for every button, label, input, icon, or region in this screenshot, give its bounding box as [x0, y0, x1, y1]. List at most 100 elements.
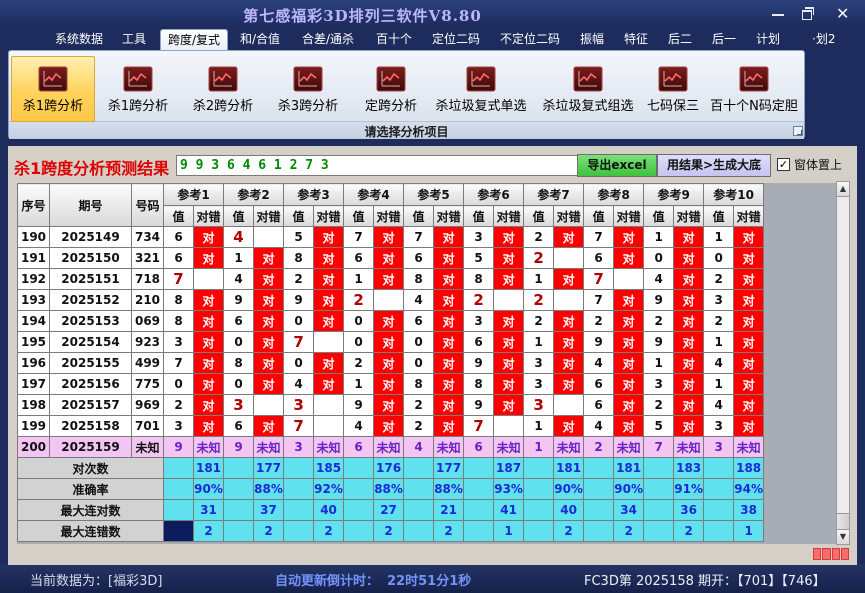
verdict-cell-miss[interactable]	[313, 394, 345, 416]
verdict-cell-hit[interactable]: 对	[373, 352, 405, 374]
summary-spacer-cell[interactable]	[703, 499, 735, 521]
summary-value[interactable]: 183	[673, 457, 705, 479]
value-cell[interactable]: 8	[403, 268, 435, 290]
summary-spacer-cell[interactable]	[463, 457, 495, 479]
verdict-cell-pending[interactable]: 未知	[433, 436, 465, 458]
value-cell[interactable]: 0	[703, 247, 735, 269]
value-cell[interactable]: 3	[643, 373, 675, 395]
value-cell[interactable]: 2	[403, 415, 435, 437]
verdict-cell-hit[interactable]: 对	[373, 226, 405, 248]
value-cell[interactable]: 6	[403, 247, 435, 269]
summary-spacer-cell[interactable]	[583, 520, 615, 542]
verdict-cell-hit[interactable]: 对	[493, 394, 525, 416]
menu-item-unfixed-two[interactable]: 不定位二码	[500, 31, 560, 47]
value-cell[interactable]: 5	[283, 226, 315, 248]
verdict-cell-hit[interactable]: 对	[433, 394, 465, 416]
verdict-cell-hit[interactable]: 对	[313, 226, 345, 248]
verdict-cell-hit[interactable]: 对	[553, 331, 585, 353]
restore-button[interactable]	[796, 4, 818, 24]
summary-spacer-cell[interactable]	[463, 520, 495, 542]
verdict-cell-hit[interactable]: 对	[373, 331, 405, 353]
value-cell[interactable]: 1	[703, 373, 735, 395]
value-cell[interactable]: 5	[643, 415, 675, 437]
value-cell[interactable]: 9	[583, 331, 615, 353]
value-cell-miss[interactable]: 7	[163, 268, 194, 290]
verdict-cell-hit[interactable]: 对	[553, 268, 585, 290]
verdict-cell-miss[interactable]	[553, 247, 585, 269]
summary-value[interactable]: 187	[493, 457, 525, 479]
verdict-cell-hit[interactable]: 对	[553, 226, 585, 248]
value-cell[interactable]: 4	[283, 373, 315, 395]
value-cell[interactable]: 8	[403, 373, 435, 395]
value-cell[interactable]: 0	[163, 373, 194, 395]
verdict-cell-hit[interactable]: 对	[253, 247, 285, 269]
value-cell[interactable]: 3	[163, 331, 194, 353]
verdict-cell-hit[interactable]: 对	[192, 226, 225, 248]
close-button[interactable]: ✕	[833, 4, 855, 24]
verdict-cell-hit[interactable]: 对	[313, 289, 345, 311]
summary-value[interactable]: 34	[613, 499, 645, 521]
verdict-cell-miss[interactable]	[253, 394, 285, 416]
summary-value[interactable]: 2	[192, 520, 225, 542]
topmost-checkbox[interactable]: ✓	[777, 158, 790, 171]
column-header-seq[interactable]: 序号	[17, 183, 50, 227]
summary-value[interactable]: 90%	[553, 478, 585, 500]
verdict-cell-pending[interactable]: 未知	[313, 436, 345, 458]
value-cell[interactable]: 0	[343, 310, 375, 332]
verdict-cell-miss[interactable]	[192, 268, 225, 290]
summary-spacer-cell[interactable]	[223, 457, 255, 479]
table-row[interactable]: 192 2025151 718 7 4 对 2 对 1 对 8 对 8 对 1 对 7 4 对 2 对	[17, 268, 765, 290]
value-cell[interactable]: 4	[583, 415, 615, 437]
summary-value[interactable]: 92%	[313, 478, 345, 500]
ribbon-button-8[interactable]: 七码保三	[638, 56, 708, 122]
verdict-cell-hit[interactable]: 对	[373, 310, 405, 332]
value-cell[interactable]: 9	[283, 289, 315, 311]
summary-value[interactable]: 1	[733, 520, 765, 542]
value-cell[interactable]: 9	[163, 436, 194, 458]
menu-tab-span-compound[interactable]: 跨度/复式	[160, 29, 228, 51]
menu-item-system-data[interactable]: 系统数据	[55, 31, 103, 47]
value-cell[interactable]: 2	[643, 394, 675, 416]
verdict-cell-hit[interactable]: 对	[433, 310, 465, 332]
summary-spacer-cell[interactable]	[643, 457, 675, 479]
value-cell-miss[interactable]: 3	[283, 394, 315, 416]
verdict-cell-hit[interactable]: 对	[733, 352, 765, 374]
verdict-cell-hit[interactable]: 对	[553, 352, 585, 374]
menu-item-diff-kill[interactable]: 合差/通杀	[302, 31, 354, 47]
verdict-cell-hit[interactable]: 对	[192, 373, 225, 395]
selected-cell[interactable]	[163, 520, 194, 542]
subheader-value[interactable]: 值	[523, 205, 555, 227]
summary-spacer-cell[interactable]	[343, 499, 375, 521]
summary-spacer-cell[interactable]	[643, 520, 675, 542]
value-cell-miss[interactable]: 7	[283, 331, 315, 353]
verdict-cell-hit[interactable]: 对	[192, 415, 225, 437]
verdict-cell-hit[interactable]: 对	[313, 310, 345, 332]
value-cell[interactable]: 2	[703, 268, 735, 290]
summary-spacer-cell[interactable]	[223, 499, 255, 521]
summary-value[interactable]: 93%	[493, 478, 525, 500]
value-cell[interactable]: 6	[163, 226, 194, 248]
value-cell[interactable]: 8	[163, 310, 194, 332]
value-cell[interactable]: 3	[523, 373, 555, 395]
analysis-grid-viewport[interactable]: 序号 期号 号码 参考1 参考2 参考3 参考4 参考5 参考6 参考7 参考8 参考9 参考10 值对错…	[17, 183, 836, 544]
verdict-cell-hit[interactable]: 对	[433, 373, 465, 395]
summary-spacer-cell[interactable]	[703, 478, 735, 500]
table-row[interactable]: 194 2025153 069 8 对 6 对 0 对 0 对 6 对 3 对 2 对 2 对 2 对 2 对	[17, 310, 765, 332]
ribbon-button-6[interactable]: 杀垃圾复式单选	[430, 56, 532, 122]
verdict-cell-pending[interactable]: 未知	[733, 436, 765, 458]
verdict-cell-hit[interactable]: 对	[733, 331, 765, 353]
prediction-row[interactable]: 200 2025159 未知 9 未知 9 未知 3 未知 6 未知 4 未知 6 未知 1 未知 2 未知 7 未知 3…	[17, 436, 765, 458]
summary-value[interactable]: 2	[253, 520, 285, 542]
value-cell[interactable]: 6	[223, 310, 255, 332]
verdict-cell-hit[interactable]: 对	[433, 268, 465, 290]
value-cell[interactable]: 1	[523, 415, 555, 437]
value-cell[interactable]: 1	[523, 331, 555, 353]
value-cell-miss[interactable]: 3	[523, 394, 555, 416]
subheader-verdict[interactable]: 对错	[613, 205, 645, 227]
value-cell[interactable]: 4	[703, 394, 735, 416]
menu-item-tools[interactable]: 工具	[122, 31, 146, 47]
value-cell[interactable]: 2	[583, 310, 615, 332]
menu-item-fixed-two[interactable]: 定位二码	[432, 31, 480, 47]
value-cell[interactable]: 3	[463, 310, 495, 332]
subheader-value[interactable]: 值	[343, 205, 375, 227]
